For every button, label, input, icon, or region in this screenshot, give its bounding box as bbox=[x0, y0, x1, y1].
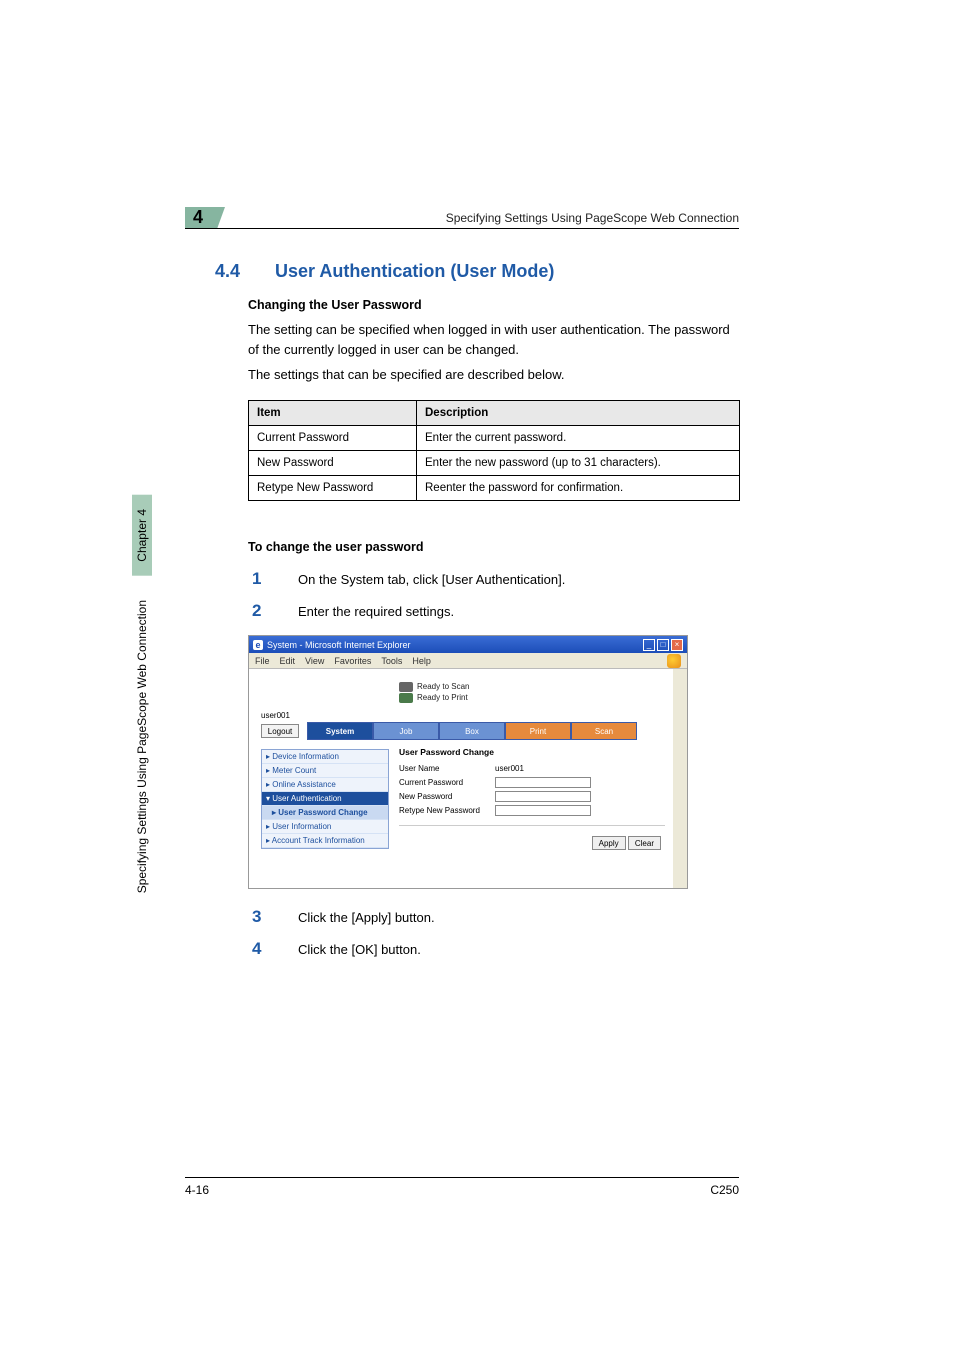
subheading-to-change-password: To change the user password bbox=[248, 540, 424, 554]
side-chapter-label: Chapter 4 bbox=[132, 495, 152, 576]
input-new-password[interactable] bbox=[495, 791, 591, 802]
settings-table: Item Description Current Password Enter … bbox=[248, 400, 740, 501]
footer-model: C250 bbox=[710, 1183, 739, 1197]
footer-rule bbox=[185, 1177, 739, 1178]
footer-page-number: 4-16 bbox=[185, 1183, 209, 1197]
tab-system[interactable]: System bbox=[307, 722, 373, 740]
logged-in-username: user001 bbox=[261, 711, 290, 720]
close-icon[interactable]: × bbox=[671, 639, 683, 651]
table-cell-item: Retype New Password bbox=[249, 476, 417, 501]
sidebar-item-online-assist[interactable]: ▸ Online Assistance bbox=[262, 778, 388, 792]
ie-icon: e bbox=[253, 640, 263, 650]
sidebar: ▸ Device Information ▸ Meter Count ▸ Onl… bbox=[261, 749, 389, 849]
tab-scan[interactable]: Scan bbox=[571, 722, 637, 740]
sidebar-label: User Password Change bbox=[278, 808, 367, 817]
label-retype-password: Retype New Password bbox=[399, 806, 495, 815]
sidebar-item-device-info[interactable]: ▸ Device Information bbox=[262, 750, 388, 764]
step-number-2: 2 bbox=[252, 601, 261, 621]
side-book-title: Specifying Settings Using PageScope Web … bbox=[135, 600, 149, 893]
sidebar-label: User Authentication bbox=[272, 794, 341, 803]
device-status: Ready to Scan Ready to Print bbox=[399, 681, 469, 703]
status-scan: Ready to Scan bbox=[417, 682, 469, 691]
paragraph-intro: The setting can be specified when logged… bbox=[248, 320, 738, 360]
label-current-password: Current Password bbox=[399, 778, 495, 787]
step-number-1: 1 bbox=[252, 569, 261, 589]
step-number-4: 4 bbox=[252, 939, 261, 959]
ie-menu-help[interactable]: Help bbox=[412, 656, 431, 666]
sidebar-label: User Information bbox=[272, 822, 331, 831]
table-cell-desc: Enter the new password (up to 31 charact… bbox=[417, 451, 740, 476]
step-text-2: Enter the required settings. bbox=[298, 601, 454, 619]
table-row: Current Password Enter the current passw… bbox=[249, 426, 740, 451]
sidebar-label: Meter Count bbox=[272, 766, 316, 775]
chapter-number: 4 bbox=[193, 207, 203, 228]
tab-box[interactable]: Box bbox=[439, 722, 505, 740]
subheading-changing-password: Changing the User Password bbox=[248, 298, 422, 312]
minimize-icon[interactable]: _ bbox=[643, 639, 655, 651]
sidebar-label: Online Assistance bbox=[272, 780, 336, 789]
content-heading: User Password Change bbox=[399, 747, 665, 757]
window-title: System - Microsoft Internet Explorer bbox=[267, 640, 641, 650]
table-cell-item: New Password bbox=[249, 451, 417, 476]
printer-icon bbox=[399, 682, 413, 692]
ie-logo-icon bbox=[667, 654, 681, 668]
tab-print[interactable]: Print bbox=[505, 722, 571, 740]
status-print: Ready to Print bbox=[417, 693, 468, 702]
paragraph-settings-below: The settings that can be specified are d… bbox=[248, 367, 738, 382]
label-user-name: User Name bbox=[399, 764, 495, 773]
sidebar-item-meter-count[interactable]: ▸ Meter Count bbox=[262, 764, 388, 778]
value-user-name: user001 bbox=[495, 764, 524, 773]
step-number-3: 3 bbox=[252, 907, 261, 927]
ie-menu-view[interactable]: View bbox=[305, 656, 324, 666]
step-text-4: Click the [OK] button. bbox=[298, 939, 421, 957]
table-row: New Password Enter the new password (up … bbox=[249, 451, 740, 476]
sidebar-item-user-password-change[interactable]: ▸ User Password Change bbox=[262, 806, 388, 820]
input-retype-password[interactable] bbox=[495, 805, 591, 816]
ie-menu-favorites[interactable]: Favorites bbox=[334, 656, 371, 666]
section-number: 4.4 bbox=[215, 261, 240, 282]
ie-menu-tools[interactable]: Tools bbox=[381, 656, 402, 666]
clear-button[interactable]: Clear bbox=[628, 836, 661, 850]
window-titlebar: e System - Microsoft Internet Explorer _… bbox=[249, 636, 687, 653]
logout-button[interactable]: Logout bbox=[261, 724, 299, 738]
main-tabs: System Job Box Print Scan bbox=[307, 722, 637, 740]
apply-button[interactable]: Apply bbox=[592, 836, 626, 850]
sidebar-label: Account Track Information bbox=[272, 836, 365, 845]
table-header-description: Description bbox=[417, 401, 740, 426]
ie-menu-edit[interactable]: Edit bbox=[280, 656, 296, 666]
step-text-3: Click the [Apply] button. bbox=[298, 907, 435, 925]
sidebar-item-user-auth[interactable]: ▾ User Authentication bbox=[262, 792, 388, 806]
running-header: Specifying Settings Using PageScope Web … bbox=[446, 211, 739, 225]
table-cell-item: Current Password bbox=[249, 426, 417, 451]
table-cell-desc: Reenter the password for confirmation. bbox=[417, 476, 740, 501]
screenshot: e System - Microsoft Internet Explorer _… bbox=[248, 635, 688, 889]
sidebar-item-account-track[interactable]: ▸ Account Track Information bbox=[262, 834, 388, 848]
content-panel: User Password Change User Name user001 C… bbox=[399, 747, 665, 850]
sidebar-item-user-info[interactable]: ▸ User Information bbox=[262, 820, 388, 834]
input-current-password[interactable] bbox=[495, 777, 591, 788]
table-row: Retype New Password Reenter the password… bbox=[249, 476, 740, 501]
maximize-icon[interactable]: □ bbox=[657, 639, 669, 651]
table-header-item: Item bbox=[249, 401, 417, 426]
label-new-password: New Password bbox=[399, 792, 495, 801]
printer-icon bbox=[399, 693, 413, 703]
sidebar-label: Device Information bbox=[272, 752, 339, 761]
step-text-1: On the System tab, click [User Authentic… bbox=[298, 569, 565, 587]
ie-menu-file[interactable]: File bbox=[255, 656, 270, 666]
section-title: User Authentication (User Mode) bbox=[275, 261, 554, 282]
table-cell-desc: Enter the current password. bbox=[417, 426, 740, 451]
ie-client-area: Ready to Scan Ready to Print user001 Log… bbox=[249, 669, 687, 888]
tab-job[interactable]: Job bbox=[373, 722, 439, 740]
ie-menu-bar: File Edit View Favorites Tools Help bbox=[249, 653, 687, 669]
header-rule bbox=[185, 228, 739, 229]
